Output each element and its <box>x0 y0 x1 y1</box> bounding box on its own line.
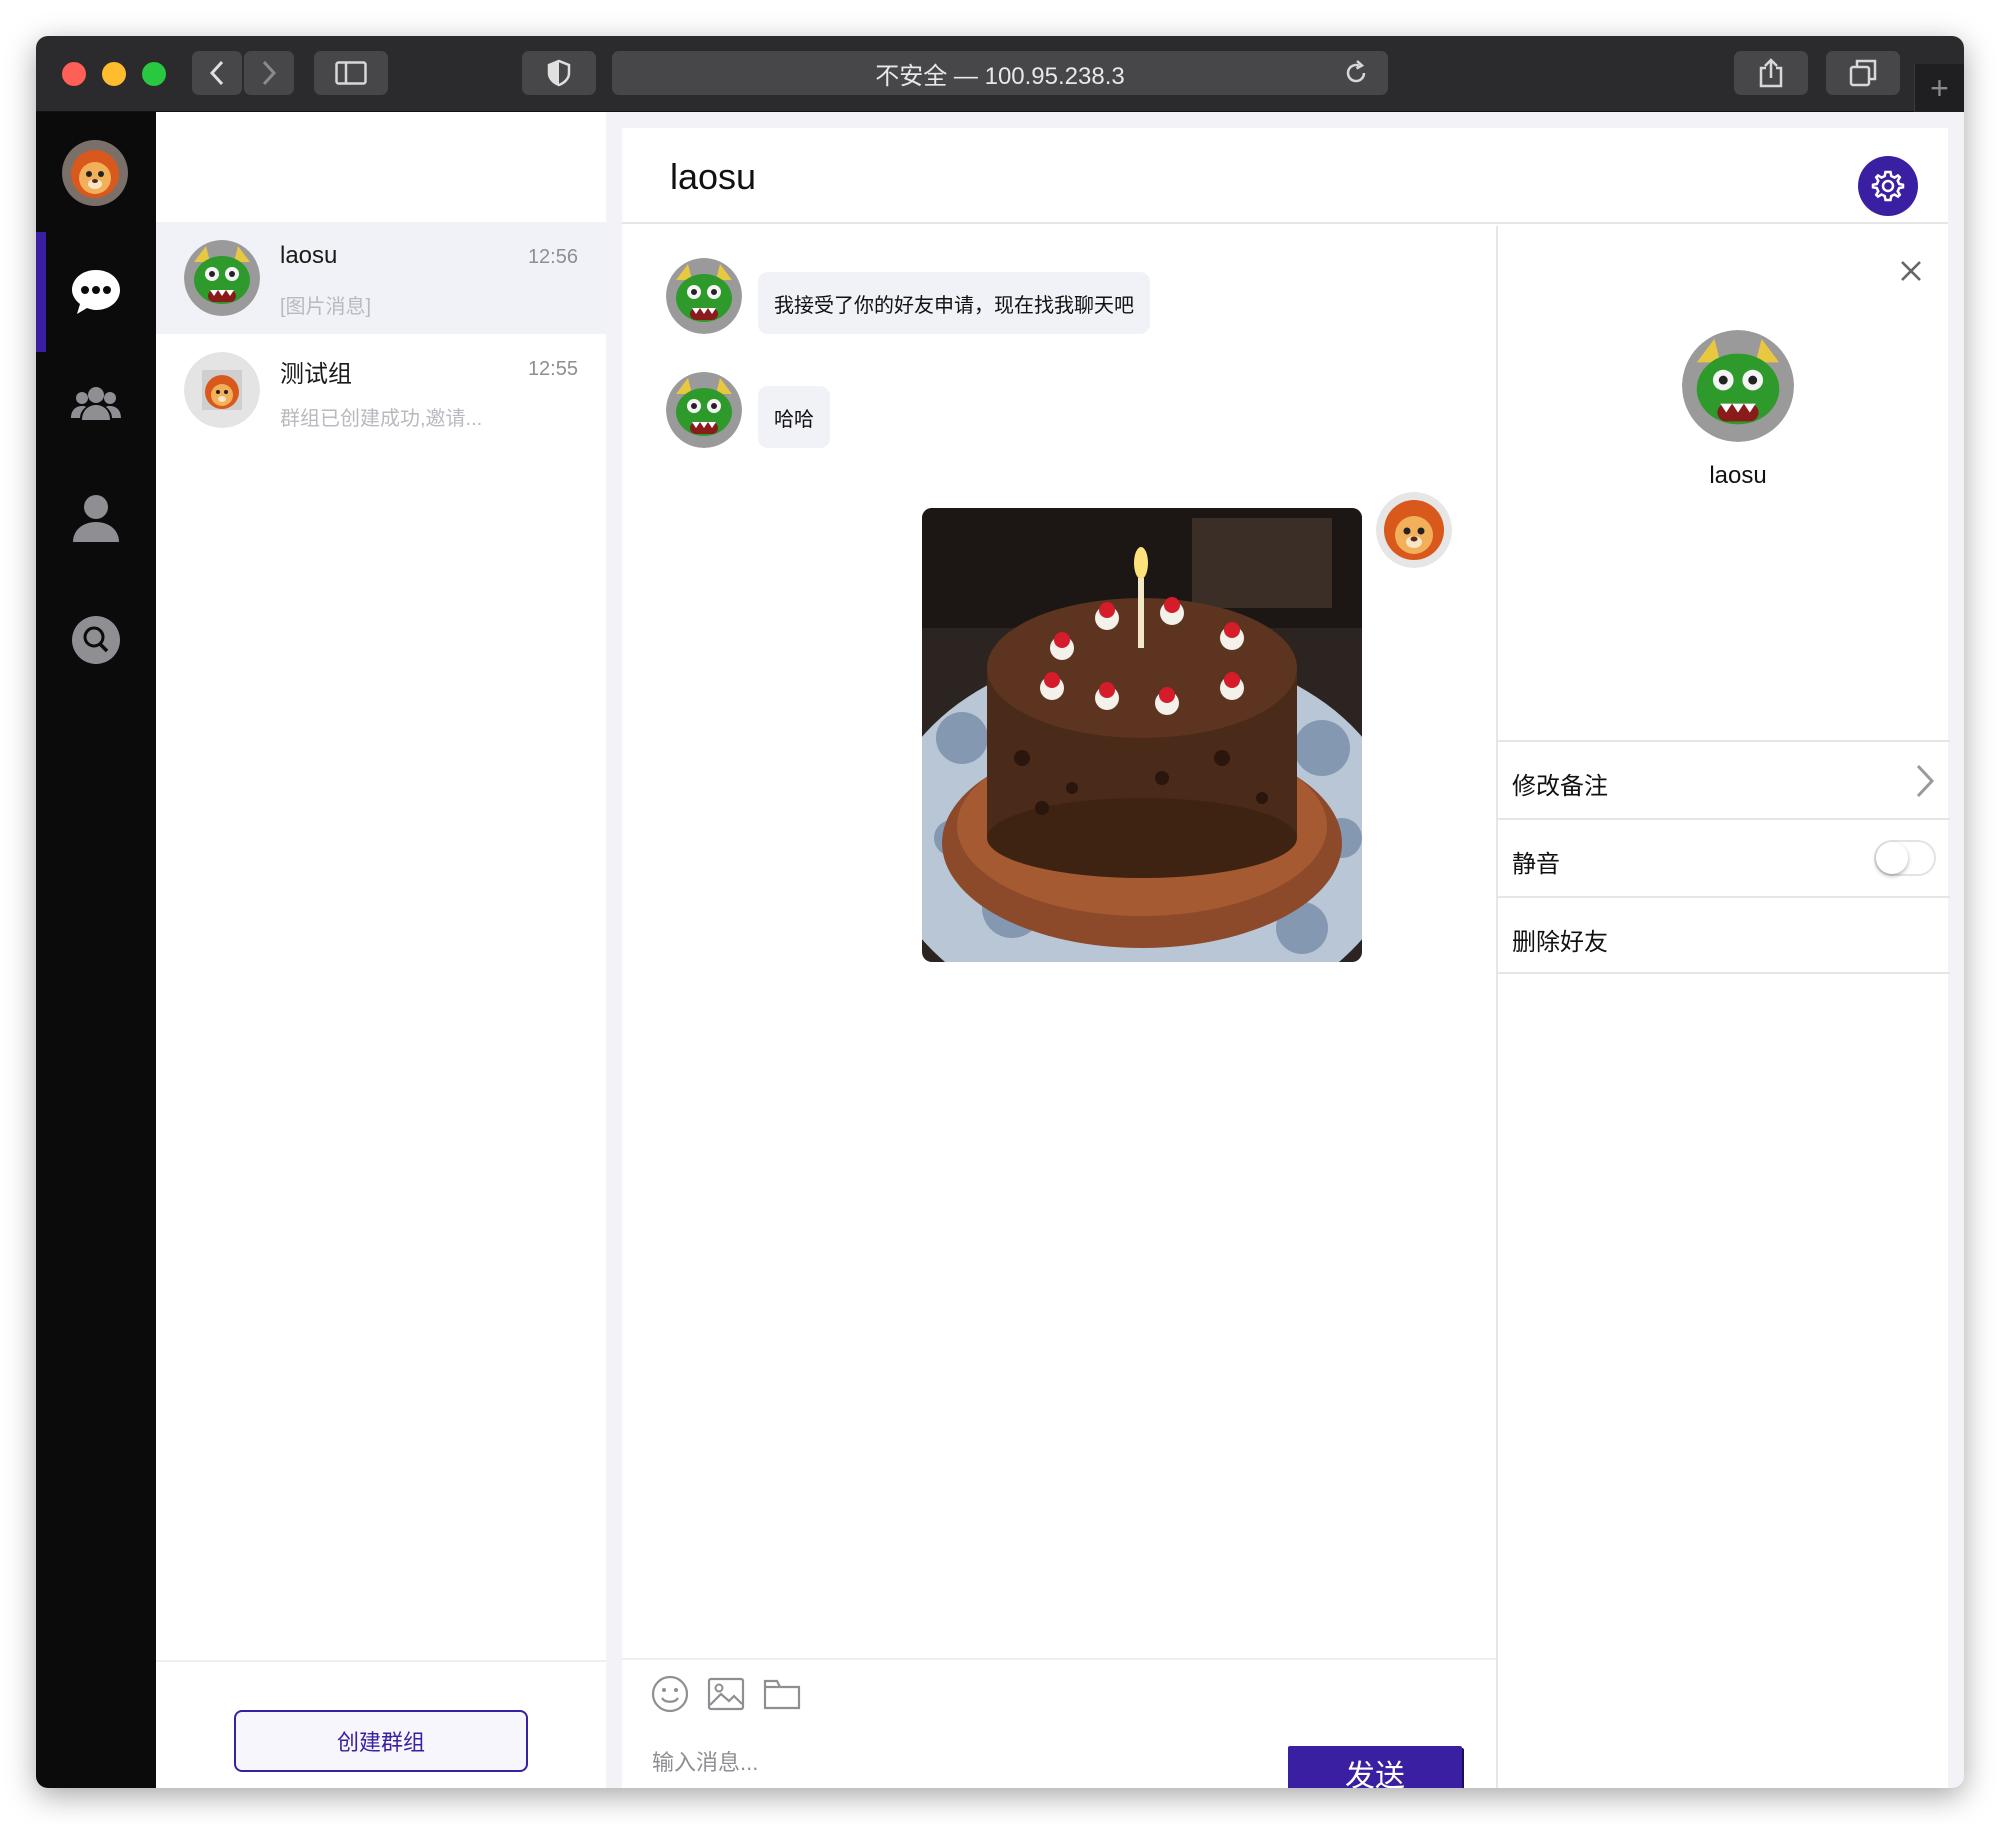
group-avatar <box>184 352 260 428</box>
image-message[interactable] <box>922 508 1362 962</box>
nav-groups[interactable] <box>66 374 126 434</box>
privacy-shield-button[interactable] <box>522 51 596 95</box>
conversation-time: 12:55 <box>527 358 578 380</box>
edit-remark-row[interactable]: 修改备注 <box>1498 740 1950 818</box>
chevron-right-icon <box>262 60 277 86</box>
message-avatar[interactable] <box>666 258 742 334</box>
person-icon <box>73 495 119 542</box>
conversation-time: 12:56 <box>527 246 578 268</box>
address-bar-text: 不安全 — 100.95.238.3 <box>875 62 1125 90</box>
maximize-window-button[interactable] <box>142 62 166 86</box>
nav-active-indicator <box>36 232 46 352</box>
message-bubble: 我接受了你的好友申请，现在找我聊天吧 <box>758 272 1150 334</box>
browser-titlebar: 不安全 — 100.95.238.3 + <box>36 36 1964 112</box>
close-icon[interactable] <box>1896 256 1926 286</box>
conversation-preview: [图片消息] <box>280 296 372 318</box>
minimize-window-button[interactable] <box>102 62 126 86</box>
back-button[interactable] <box>192 51 242 95</box>
create-group-button[interactable]: 创建群组 <box>234 1710 528 1772</box>
dragon-avatar-icon <box>184 240 260 316</box>
row-label: 静音 <box>1512 851 1560 878</box>
tabs-icon <box>1849 59 1877 87</box>
plus-icon: + <box>1930 69 1949 106</box>
conversation-list-footer: 创建群组 <box>156 1660 606 1788</box>
reload-icon[interactable] <box>1342 59 1370 87</box>
chat-bubble-icon <box>72 270 120 314</box>
search-icon <box>72 616 120 664</box>
message-list: 我接受了你的好友申请，现在找我聊天吧 哈哈 <box>622 226 1496 1626</box>
image-icon[interactable] <box>706 1674 746 1714</box>
profile-avatar <box>1682 330 1794 442</box>
lion-avatar-icon <box>184 352 260 428</box>
message-text: 哈哈 <box>774 408 814 431</box>
lion-avatar-icon <box>62 140 128 206</box>
message-avatar[interactable] <box>666 372 742 448</box>
chat-settings-button[interactable] <box>1858 156 1918 216</box>
chat-header: laosu <box>622 128 1948 224</box>
message-input[interactable] <box>652 1746 1212 1780</box>
app-left-nav <box>36 112 156 1788</box>
profile-name: laosu <box>1709 462 1767 489</box>
close-window-button[interactable] <box>62 62 86 86</box>
message-composer: 发送 <box>622 1658 1496 1788</box>
message-text: 我接受了你的好友申请，现在找我聊天吧 <box>774 294 1134 317</box>
mute-row: 静音 <box>1498 818 1950 896</box>
shield-icon <box>547 59 571 87</box>
dragon-avatar <box>184 240 260 316</box>
lion-avatar-icon <box>1376 492 1452 568</box>
conversation-item[interactable]: laosu 12:56 [图片消息] <box>156 222 606 334</box>
group-icon <box>71 387 121 420</box>
send-button[interactable]: 发送 <box>1288 1746 1462 1788</box>
gear-icon <box>1871 170 1905 202</box>
nav-chats[interactable] <box>66 262 126 322</box>
nav-contacts[interactable] <box>66 488 126 548</box>
conversation-preview: 群组已创建成功,邀请... <box>280 408 483 430</box>
cake-photo <box>922 508 1362 962</box>
sidebar-toggle-button[interactable] <box>314 51 388 95</box>
folder-icon[interactable] <box>762 1674 802 1714</box>
browser-window: 不安全 — 100.95.238.3 + laosu 12:56 [图片消息] … <box>36 36 1964 1788</box>
conversation-item[interactable]: 测试组 12:55 群组已创建成功,邀请... <box>156 334 606 446</box>
share-icon <box>1759 58 1783 88</box>
dragon-avatar-icon <box>1682 330 1794 442</box>
chevron-right-icon <box>1916 764 1935 798</box>
dragon-avatar-icon <box>666 372 742 448</box>
chat-panel: laosu 我接受了你的好友申请，现在找我聊天吧 哈哈 输入消息... 发送 l… <box>622 128 1950 1788</box>
conversation-name: laosu <box>280 242 338 269</box>
my-avatar[interactable] <box>62 140 128 206</box>
conversation-name: 测试组 <box>280 361 352 388</box>
emoji-icon[interactable] <box>650 1674 690 1714</box>
chevron-left-icon <box>209 60 224 86</box>
message-bubble: 哈哈 <box>758 386 830 448</box>
row-label: 删除好友 <box>1512 929 1608 956</box>
dragon-avatar-icon <box>666 258 742 334</box>
delete-friend-row[interactable]: 删除好友 <box>1498 896 1950 974</box>
share-button[interactable] <box>1734 51 1808 95</box>
conversation-list: laosu 12:56 [图片消息] 测试组 12:55 群组已创建成功,邀请.… <box>156 112 606 1788</box>
forward-button[interactable] <box>244 51 294 95</box>
address-bar[interactable]: 不安全 — 100.95.238.3 <box>612 51 1388 95</box>
mute-toggle[interactable] <box>1874 840 1936 876</box>
my-message-avatar[interactable] <box>1376 492 1452 568</box>
tab-overview-button[interactable] <box>1826 51 1900 95</box>
new-tab-button[interactable]: + <box>1914 64 1964 112</box>
row-label: 修改备注 <box>1512 773 1608 800</box>
chat-title: laosu <box>670 156 757 197</box>
nav-search[interactable] <box>66 610 126 670</box>
contact-profile-panel: laosu 修改备注 静音 删除好友 <box>1496 226 1950 1788</box>
toggle-knob <box>1876 842 1908 874</box>
sidebar-icon <box>335 61 367 85</box>
